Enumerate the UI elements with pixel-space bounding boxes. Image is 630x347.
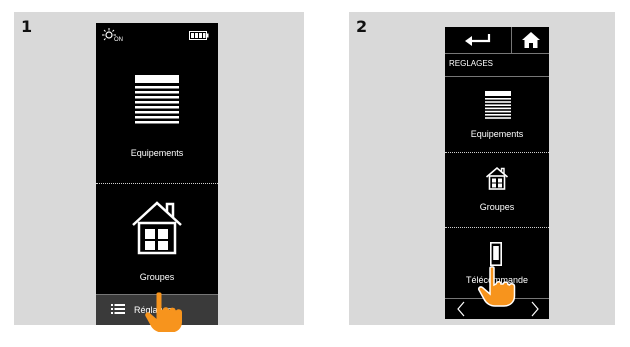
- menu-icon: [111, 304, 125, 314]
- status-bar: ON: [96, 23, 218, 49]
- item-label: Equipements: [470, 129, 524, 139]
- remote-screen: ON Equipements Groupes Réglages: [96, 23, 218, 325]
- blind-icon: [135, 75, 179, 124]
- tile-groupes[interactable]: Groupes: [96, 185, 218, 293]
- step-2-panel: 2 REGLAGES Equipements Groupes Télécomma…: [349, 12, 615, 325]
- step-1-panel: 1 ON Equipements Groupes Réglages: [14, 12, 304, 332]
- nav-bar: [445, 27, 549, 54]
- page-title: REGLAGES: [449, 59, 494, 68]
- tile-label: Groupes: [139, 272, 175, 282]
- blind-icon: [485, 91, 511, 119]
- battery-icon: [189, 31, 209, 40]
- tile-equipements[interactable]: Equipements: [96, 51, 218, 183]
- item-groupes[interactable]: Groupes: [445, 154, 549, 227]
- tile-label: Equipements: [130, 148, 184, 158]
- home-button[interactable]: [512, 27, 549, 53]
- divider: [445, 152, 549, 153]
- chevron-right-icon[interactable]: [525, 299, 543, 319]
- divider: [445, 227, 549, 228]
- hand-pointer-icon: [478, 266, 516, 307]
- step-number: 1: [21, 17, 33, 36]
- house-icon: [132, 201, 182, 255]
- remote-control-icon: [490, 242, 502, 266]
- chevron-left-icon[interactable]: [453, 299, 471, 319]
- divider: [96, 183, 218, 184]
- back-button[interactable]: [445, 27, 512, 53]
- step-number: 2: [356, 17, 368, 36]
- item-label: Groupes: [479, 202, 515, 212]
- house-icon: [485, 166, 509, 190]
- home-icon: [522, 32, 540, 48]
- title-row: REGLAGES: [445, 54, 549, 77]
- back-arrow-icon: [465, 34, 491, 46]
- hand-pointer-icon: [145, 292, 182, 332]
- item-equipements[interactable]: Equipements: [445, 77, 549, 152]
- on-label: ON: [114, 37, 123, 43]
